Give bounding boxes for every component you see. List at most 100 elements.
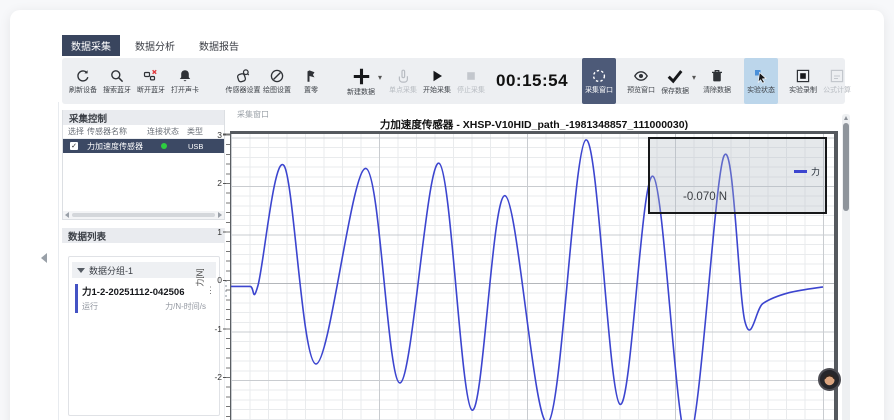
toolbar-label: 实验录制 [789,87,817,94]
assistant-avatar-button[interactable] [818,368,841,391]
formula-square-icon [829,68,845,84]
draw-settings-button[interactable]: 绘图设置 [260,58,294,104]
plus-icon [352,67,371,86]
toolbar-label: 停止采集 [457,87,485,94]
more-options-icon[interactable]: ⋮ [206,285,215,296]
y-tick-label: 0 [192,275,222,285]
toolbar-label: 公式计算 [823,87,851,94]
zero-button[interactable]: 置零 [294,58,328,104]
toolbar-label: 刷新设备 [69,87,97,94]
preview-window-button[interactable]: 预览窗口 [624,58,658,104]
sensor-type: USB [167,142,224,151]
save-data-button[interactable]: ▾ 保存数据 [658,58,692,104]
panel-title: 采集控制 [63,110,224,125]
chart-vertical-scrollbar[interactable] [842,114,850,420]
cursor-hand-icon [753,68,769,84]
toolbar-label: 实验状态 [747,87,775,94]
scroll-up-icon[interactable] [844,116,848,120]
capture-window-panel: 采集窗口 力加速度传感器 - XHSP-V10HID_path_-1981348… [230,108,870,420]
collapse-sidebar-arrow[interactable] [41,253,47,263]
open-soundcard-button[interactable]: 打开声卡 [168,58,202,104]
single-point-button: 单点采集 [386,58,420,104]
acquisition-control-panel: 采集控制 选择 传感器名称 连接状态 类型 ✓ 力加速度传感器 USB [62,110,225,220]
run-title: 力1-2-20251112-042506 [82,284,206,298]
run-color-bar [75,284,78,313]
value-annotation: -0.070 N [683,191,727,203]
capture-window-button[interactable]: 采集窗口 [582,58,616,104]
stop-acquisition-button: 停止采集 [454,58,488,104]
formula-calc-button: 公式计算 [820,58,854,104]
avatar-face-icon [822,372,837,387]
draw-settings-icon [269,68,285,84]
data-group-label: 数据分组-1 [89,264,133,277]
search-icon [109,68,125,84]
toolbar-label: 置零 [304,87,318,94]
scrollbar-thumb[interactable] [843,123,849,211]
start-acquisition-button[interactable]: 开始采集 [420,58,454,104]
refresh-devices-button[interactable]: 刷新设备 [66,58,100,104]
toolbar: 刷新设备 搜索蓝牙 断开蓝牙 打开声卡 [62,58,845,104]
bluetooth-disconnect-icon [143,68,159,84]
chart-legend: 力 [794,165,820,178]
stop-icon [463,68,479,84]
y-tick-label: 2 [192,178,222,188]
run-axes: 力/N-时间/s [165,301,206,312]
dashed-circle-icon [591,68,607,84]
toolbar-label: 绘图设置 [263,87,291,94]
y-tick-label: 1 [192,227,222,237]
bell-icon [177,68,193,84]
experiment-record-button[interactable]: 实验录制 [786,58,820,104]
toolbar-label: 清除数据 [703,87,731,94]
left-gutter-divider [58,102,59,420]
new-data-button[interactable]: ▾ 新建数据 [344,58,378,104]
scrollbar-thumb[interactable] [72,213,215,217]
sensor-checkbox[interactable]: ✓ [70,142,78,150]
tab-data-acquisition[interactable]: 数据采集 [62,35,120,56]
y-tick-label: 3 [192,130,222,140]
legend-series-label: 力 [811,165,820,178]
hand-point-icon [395,68,411,84]
expand-arrow-icon[interactable] [77,268,85,273]
run-status: 运行 [82,301,98,312]
tab-data-analysis[interactable]: 数据分析 [126,35,184,56]
eye-icon [633,68,649,84]
legend-line-swatch [794,170,807,173]
disconnect-bluetooth-button[interactable]: 断开蓝牙 [134,58,168,104]
zero-flag-icon [303,68,319,84]
app-window: 数据采集 数据分析 数据报告 刷新设备 搜索蓝牙 断开蓝牙 [10,10,884,420]
record-square-icon [795,68,811,84]
chevron-down-icon[interactable]: ▾ [692,74,696,82]
sensor-settings-button[interactable]: 传感器设置 [226,58,260,104]
scroll-right-icon[interactable] [218,212,222,218]
sensor-name: 力加速度传感器 [87,141,147,152]
play-icon [429,68,445,84]
y-tick-label: -2 [192,372,222,382]
toolbar-label: 搜索蓝牙 [103,87,131,94]
scroll-left-icon[interactable] [65,212,69,218]
col-sensor-name: 传感器名称 [87,126,147,137]
sensor-row-selected[interactable]: ✓ 力加速度传感器 USB [63,139,224,153]
search-bluetooth-button[interactable]: 搜索蓝牙 [100,58,134,104]
tab-data-report[interactable]: 数据报告 [190,35,248,56]
col-select: 选择 [63,126,87,137]
toolbar-label: 预览窗口 [627,87,655,94]
col-connection-status: 连接状态 [147,126,187,137]
experiment-status-button[interactable]: 实验状态 [744,58,778,104]
acquisition-timer: 00:15:54 [496,71,568,91]
toolbar-label: 单点采集 [389,87,417,94]
toolbar-label: 保存数据 [661,88,689,95]
trash-icon [709,68,725,84]
plot-area[interactable]: -0.070 N 力 [230,131,838,420]
toolbar-label: 传感器设置 [226,87,261,94]
clear-data-button[interactable]: 清除数据 [700,58,734,104]
toolbar-label: 断开蓝牙 [137,87,165,94]
horizontal-scrollbar[interactable] [63,211,224,219]
toolbar-label: 开始采集 [423,87,451,94]
sensor-settings-icon [235,68,251,84]
toolbar-label: 新建数据 [347,89,375,96]
y-tick-label: -1 [192,324,222,334]
chevron-down-icon[interactable]: ▾ [378,74,382,82]
main-tab-bar: 数据采集 数据分析 数据报告 [62,35,248,56]
chart-title: 力加速度传感器 - XHSP-V10HID_path_-1981348857_1… [230,117,838,132]
toolbar-label: 打开声卡 [171,87,199,94]
